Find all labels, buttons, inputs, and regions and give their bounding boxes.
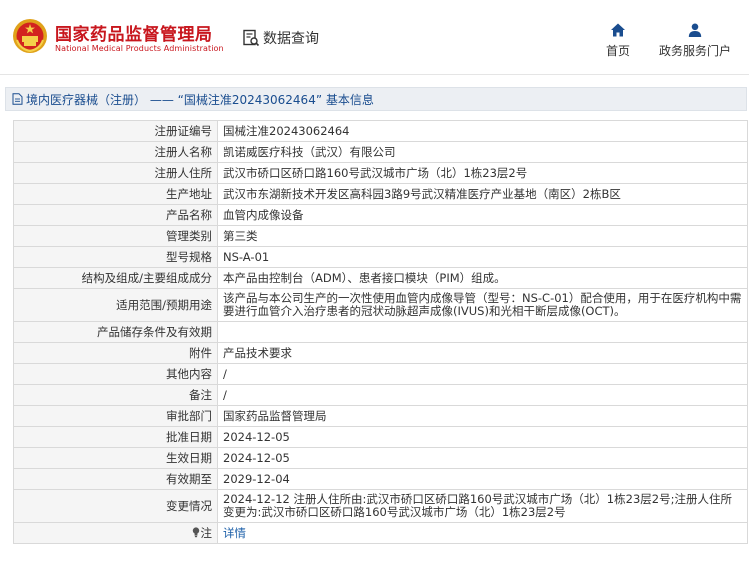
nav-gov-service-label: 政务服务门户: [658, 44, 731, 58]
table-row: 审批部门 国家药品监督管理局: [13, 405, 748, 427]
document-icon: [12, 93, 23, 105]
table-row: 变更情况 2024-12-12 注册人住所由:武汉市硚口区硚口路160号武汉城市…: [13, 489, 748, 523]
row-value: 血管内成像设备: [217, 204, 748, 226]
row-value: 第三类: [217, 225, 748, 247]
breadcrumb: 境内医疗器械（注册） —— “国械注准20243062464” 基本信息: [5, 87, 747, 111]
row-label: 注册人名称: [13, 141, 218, 163]
note-label-cell: 注: [13, 522, 218, 544]
site-header: 国家药品监督管理局 National Medical Products Admi…: [0, 0, 749, 75]
row-label: 生效日期: [13, 447, 218, 469]
row-value: 2024-12-12 注册人住所由:武汉市硚口区硚口路160号武汉城市广场（北）…: [217, 489, 748, 523]
row-value: 本产品由控制台（ADM）、患者接口模块（PIM）组成。: [217, 267, 748, 289]
nav-home-label: 首页: [605, 44, 630, 58]
row-label: 注: [200, 525, 213, 540]
details-link[interactable]: 详情: [223, 526, 246, 540]
row-label: 注册人住所: [13, 162, 218, 184]
row-value: NS-A-01: [217, 246, 748, 268]
table-row: 注册人住所 武汉市硚口区硚口路160号武汉城市广场（北）1栋23层2号: [13, 162, 748, 184]
row-label: 结构及组成/主要组成成分: [13, 267, 218, 289]
table-row: 注册人名称 凯诺威医疗科技（武汉）有限公司: [13, 141, 748, 163]
data-query-label: 数据查询: [263, 31, 319, 47]
emblem-logo[interactable]: [12, 18, 48, 54]
row-value: 凯诺威医疗科技（武汉）有限公司: [217, 141, 748, 163]
brand-name-en: National Medical Products Administration: [55, 44, 224, 53]
table-row: 附件 产品技术要求: [13, 342, 748, 364]
table-row: 生效日期 2024-12-05: [13, 447, 748, 469]
table-row: 生产地址 武汉市东湖新技术开发区高科园3路9号武汉精准医疗产业基地（南区）2栋B…: [13, 183, 748, 205]
row-value: 产品技术要求: [217, 342, 748, 364]
row-label: 生产地址: [13, 183, 218, 205]
document-search-icon: [243, 29, 260, 47]
row-value: /: [217, 363, 748, 385]
lightbulb-icon: [192, 526, 199, 537]
row-label: 变更情况: [13, 489, 218, 523]
row-label: 批准日期: [13, 426, 218, 448]
table-row: 备注 /: [13, 384, 748, 406]
home-icon: [611, 23, 625, 37]
user-icon: [688, 23, 702, 37]
data-query-link[interactable]: 数据查询: [242, 28, 319, 48]
table-row: 管理类别 第三类: [13, 225, 748, 247]
table-row: 其他内容 /: [13, 363, 748, 385]
row-value: [217, 321, 748, 343]
brand-name-cn: 国家药品监督管理局: [55, 25, 213, 45]
row-label: 注册证编号: [13, 120, 218, 142]
row-value: 该产品与本公司生产的一次性使用血管内成像导管（型号：NS-C-01）配合使用，用…: [217, 288, 748, 322]
table-row: 结构及组成/主要组成成分 本产品由控制台（ADM）、患者接口模块（PIM）组成。: [13, 267, 748, 289]
row-label: 其他内容: [13, 363, 218, 385]
table-row: 适用范围/预期用途 该产品与本公司生产的一次性使用血管内成像导管（型号：NS-C…: [13, 288, 748, 322]
row-label: 产品名称: [13, 204, 218, 226]
row-value: 国械注准20243062464: [217, 120, 748, 142]
row-label: 审批部门: [13, 405, 218, 427]
table-row: 产品名称 血管内成像设备: [13, 204, 748, 226]
row-value: 详情: [217, 522, 748, 544]
row-label: 有效期至: [13, 468, 218, 490]
breadcrumb-text: 境内医疗器械（注册） —— “国械注准20243062464” 基本信息: [26, 92, 374, 107]
row-label: 附件: [13, 342, 218, 364]
row-value: /: [217, 384, 748, 406]
table-row: 有效期至 2029-12-04: [13, 468, 748, 490]
row-value: 2024-12-05: [217, 426, 748, 448]
registration-info-table: 注册证编号 国械注准20243062464 注册人名称 凯诺威医疗科技（武汉）有…: [13, 120, 748, 544]
nav-home[interactable]: 首页: [604, 22, 632, 59]
row-value: 国家药品监督管理局: [217, 405, 748, 427]
table-row: 型号规格 NS-A-01: [13, 246, 748, 268]
row-value: 2024-12-05: [217, 447, 748, 469]
row-value: 2029-12-04: [217, 468, 748, 490]
row-value: 武汉市东湖新技术开发区高科园3路9号武汉精准医疗产业基地（南区）2栋B区: [217, 183, 748, 205]
row-value: 武汉市硚口区硚口路160号武汉城市广场（北）1栋23层2号: [217, 162, 748, 184]
row-label: 备注: [13, 384, 218, 406]
table-row: 产品储存条件及有效期: [13, 321, 748, 343]
table-row: 注册证编号 国械注准20243062464: [13, 120, 748, 142]
table-row: 注 详情: [13, 522, 748, 544]
table-row: 批准日期 2024-12-05: [13, 426, 748, 448]
row-label: 管理类别: [13, 225, 218, 247]
row-label: 适用范围/预期用途: [13, 288, 218, 322]
nav-gov-service[interactable]: 政务服务门户: [655, 22, 735, 59]
row-label: 型号规格: [13, 246, 218, 268]
row-label: 产品储存条件及有效期: [13, 321, 218, 343]
